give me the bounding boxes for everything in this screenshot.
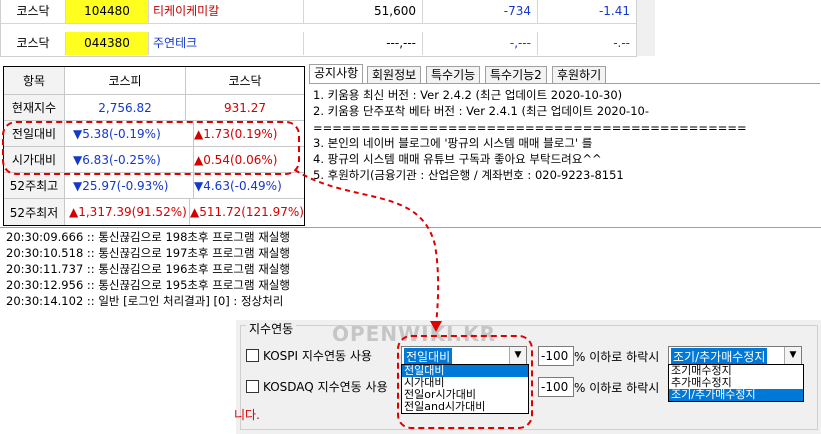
kospi-link-label: KOSPI 지수연동 사용 — [263, 349, 372, 363]
name-cell: 주연테크 — [149, 32, 304, 55]
highlight-annotation — [397, 335, 533, 429]
log-line: 20:30:10.518 :: 통신끊김으로 197초후 프로그램 재실행 — [6, 246, 290, 260]
index-row-52w-high: 52주최고 ▼25.97(-0.93%) ▼4.63(-0.49%) — [4, 173, 304, 199]
price-cell: ---,--- — [304, 32, 423, 55]
row-label: 현재지수 — [4, 95, 65, 120]
kospi-value: ▼25.97(-0.93%) — [65, 173, 194, 198]
highlight-annotation — [2, 121, 300, 175]
tab-special-1[interactable]: 특수기능 — [426, 66, 481, 84]
kospi-value: 2,756.82 — [65, 95, 186, 120]
percent-input-1[interactable]: -100 — [538, 346, 574, 366]
market-cell: 코스닥 — [1, 0, 66, 23]
index-header-row: 항목 코스피 코스닥 — [4, 67, 304, 95]
action-select[interactable]: 조기/추가매수정지 ▼ — [668, 346, 802, 366]
selected-value: 조기/추가매수정지 — [671, 348, 768, 365]
kospi-value: ▲1,317.39(91.52%) — [65, 199, 190, 225]
name-cell: 티케이케미칼 — [149, 0, 304, 23]
market-cell: 코스닥 — [1, 32, 66, 55]
notice-line: 1. 키움용 최신 버전 : Ver 2.4.2 (최근 업데이트 2020-1… — [313, 88, 623, 102]
header-kosdaq: 코스닥 — [228, 74, 262, 88]
stock-table: 코스닥 104480 티케이케미칼 51,600 -734 -1.41 코스닥 … — [0, 0, 637, 57]
table-row[interactable]: 코스닥 044380 주연테크 ---,--- -,--- -.-- — [1, 24, 637, 56]
code-cell: 044380 — [66, 32, 149, 55]
notice-line: 2. 키움용 단주포착 베타 버전 : Ver 2.4.1 (최근 업데이트 2… — [313, 104, 649, 118]
code-cell: 104480 — [66, 0, 149, 23]
notice-separator: ========================================… — [313, 121, 747, 135]
log-line: 20:30:14.102 :: 일반 [로그인 처리결과] [0] : 정상처리 — [6, 294, 284, 308]
chevron-down-icon[interactable]: ▼ — [784, 347, 801, 365]
tab-special-2[interactable]: 특수기능2 — [485, 66, 547, 84]
change-cell: -,--- — [423, 32, 538, 55]
change-cell: -734 — [423, 0, 538, 23]
tab-notice[interactable]: 공지사항 — [309, 64, 364, 85]
log-line: 20:30:11.737 :: 통신끊김으로 196초후 프로그램 재실행 — [6, 262, 290, 276]
kosdaq-value: 931.27 — [224, 100, 266, 115]
percent-suffix-2: % 이하로 하락시 — [574, 381, 660, 395]
row-label: 52주최고 — [4, 173, 65, 198]
row-label: 52주최저 — [4, 199, 65, 225]
annotation-arrow — [294, 169, 442, 332]
index-row-52w-low: 52주최저 ▲1,317.39(91.52%) ▲511.72(121.97%) — [4, 199, 304, 225]
trailing-text: 니다. — [234, 408, 260, 422]
pct-cell: -1.41 — [538, 0, 637, 23]
header-item: 항목 — [4, 67, 65, 94]
log-line: 20:30:09.666 :: 통신끊김으로 198초후 프로그램 재실행 — [6, 230, 290, 244]
kosdaq-link-checkbox[interactable] — [246, 380, 259, 393]
action-option[interactable]: 조기/추가매수정지 — [669, 389, 803, 401]
header-kospi: 코스피 — [65, 67, 186, 94]
percent-suffix-1: % 이하로 하락시 — [574, 350, 660, 364]
percent-input-2[interactable]: -100 — [538, 377, 574, 397]
index-row-current: 현재지수 2,756.82 931.27 — [4, 95, 304, 121]
table-row[interactable]: 코스닥 104480 티케이케미칼 51,600 -734 -1.41 — [1, 0, 637, 24]
tab-member-info[interactable]: 회원정보 — [367, 66, 422, 84]
pct-cell: -.-- — [538, 32, 637, 55]
tab-donate[interactable]: 후원하기 — [552, 66, 607, 84]
price-cell: 51,600 — [304, 0, 423, 23]
notice-line: 3. 본인의 네이버 블로그에 '팡규의 시스템 매매 블로그' 를 — [313, 136, 593, 150]
vertical-scrollbar[interactable] — [636, 0, 655, 56]
kosdaq-link-label: KOSDAQ 지수연동 사용 — [263, 380, 388, 394]
kospi-link-checkbox[interactable] — [246, 349, 259, 362]
action-dropdown-list[interactable]: 조기매수정지 추가매수정지 조기/추가매수정지 — [668, 364, 804, 402]
log-line: 20:30:12.956 :: 통신끊김으로 195초후 프로그램 재실행 — [6, 278, 290, 292]
group-title: 지수연동 — [246, 320, 297, 337]
